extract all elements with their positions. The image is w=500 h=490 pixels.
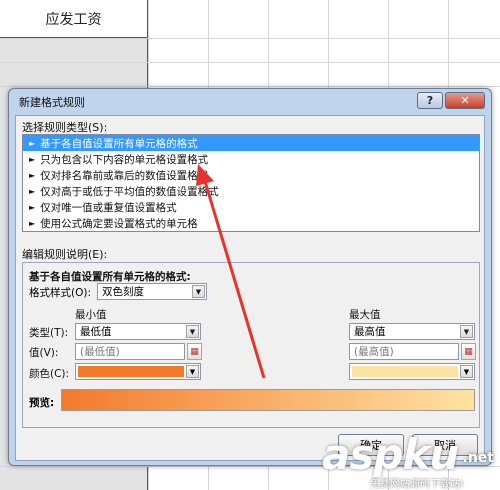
rule-type-item[interactable]: ► 使用公式确定要设置格式的单元格 <box>23 215 479 231</box>
gridline <box>0 38 500 39</box>
min-value-placeholder: (最低值) <box>80 346 120 358</box>
min-color-picker[interactable]: ▼ <box>75 363 201 380</box>
help-button[interactable]: ? <box>417 92 443 109</box>
edit-rule-label: 编辑规则说明(E): <box>22 248 108 261</box>
close-button[interactable]: ✕ <box>445 92 485 109</box>
description-title: 基于各自值设置所有单元格的格式: <box>29 271 191 283</box>
dialog-body: 选择规则类型(S): ► 基于各自值设置所有单元格的格式 ► 只为包含以下内容的单元格… <box>15 115 485 461</box>
rule-type-label: 只为包含以下内容的单元格设置格式 <box>40 153 209 166</box>
rule-type-item[interactable]: ► 只为包含以下内容的单元格设置格式 <box>23 151 479 167</box>
max-value-input[interactable]: (最高值) <box>349 343 459 360</box>
format-style-label: 格式样式(O): <box>29 287 91 299</box>
min-type-value: 最低值 <box>80 326 112 338</box>
rule-type-item[interactable]: ► 仅对排名靠前或靠后的数值设置格式 <box>23 167 479 183</box>
value-label: 值(V): <box>29 347 59 359</box>
format-style-value: 双色刻度 <box>102 286 144 298</box>
max-type-value: 最高值 <box>354 326 386 338</box>
rule-description-panel: 基于各自值设置所有单元格的格式: 格式样式(O): 双色刻度 ▼ 最小值 最大值… <box>22 262 480 428</box>
min-value-input[interactable]: (最低值) <box>75 343 185 360</box>
chevron-down-icon[interactable]: ▼ <box>186 325 199 338</box>
watermark-tld: .net <box>462 450 494 466</box>
preview-label: 预览: <box>29 397 55 409</box>
rule-type-label: 仅对唯一值或重复值设置格式 <box>40 201 177 214</box>
color-label: 颜色(C): <box>29 368 70 380</box>
chevron-down-icon[interactable]: ▼ <box>460 365 473 378</box>
max-type-select[interactable]: 最高值 ▼ <box>349 323 475 340</box>
triangle-right-icon: ► <box>29 154 36 164</box>
rule-type-label: 基于各自值设置所有单元格的格式 <box>40 137 198 150</box>
triangle-right-icon: ► <box>29 218 36 228</box>
preview-gradient <box>61 389 475 411</box>
chevron-down-icon[interactable]: ▼ <box>192 285 205 298</box>
min-type-select[interactable]: 最低值 ▼ <box>75 323 201 340</box>
gridline <box>0 86 500 87</box>
watermark-logo: aspku .net 免费网站源码下载站! <box>322 430 500 490</box>
rule-type-list[interactable]: ► 基于各自值设置所有单元格的格式 ► 只为包含以下内容的单元格设置格式 ► 仅对排名靠前… <box>22 134 480 232</box>
rule-type-label: 使用公式确定要设置格式的单元格 <box>40 217 198 230</box>
range-picker-icon[interactable]: ▦ <box>461 343 476 360</box>
triangle-right-icon: ► <box>29 202 36 212</box>
triangle-right-icon: ► <box>29 170 36 180</box>
gridline <box>0 62 500 63</box>
triangle-right-icon: ► <box>29 186 36 196</box>
chevron-down-icon[interactable]: ▼ <box>460 325 473 338</box>
rule-type-label: 选择规则类型(S): <box>22 121 108 134</box>
rule-type-label: 仅对排名靠前或靠后的数值设置格式 <box>40 169 209 182</box>
min-color-swatch <box>78 366 184 377</box>
chevron-down-icon[interactable]: ▼ <box>186 365 199 378</box>
triangle-right-icon: ► <box>29 138 36 148</box>
range-picker-icon[interactable]: ▦ <box>187 343 202 360</box>
watermark-tagline: 免费网站源码下载站! <box>370 479 465 490</box>
max-color-picker[interactable]: ▼ <box>349 363 475 380</box>
min-header: 最小值 <box>75 309 107 321</box>
rule-type-item[interactable]: ► 基于各自值设置所有单元格的格式 <box>23 135 479 151</box>
rule-type-label: 仅对高于或低于平均值的数值设置格式 <box>40 185 219 198</box>
rule-type-item[interactable]: ► 仅对高于或低于平均值的数值设置格式 <box>23 183 479 199</box>
format-style-select[interactable]: 双色刻度 ▼ <box>97 283 207 300</box>
new-format-rule-dialog: 新建格式规则 ? ✕ 选择规则类型(S): ► 基于各自值设置所有单元格的格式 ► 只… <box>8 88 492 466</box>
column-header-cell[interactable]: 应发工资 <box>0 0 148 38</box>
max-color-swatch <box>352 366 458 377</box>
max-value-placeholder: (最高值) <box>354 346 394 358</box>
rule-type-item[interactable]: ► 仅对唯一值或重复值设置格式 <box>23 199 479 215</box>
max-header: 最大值 <box>349 309 381 321</box>
type-label: 类型(T): <box>29 327 69 339</box>
watermark-brand: aspku <box>322 430 459 479</box>
